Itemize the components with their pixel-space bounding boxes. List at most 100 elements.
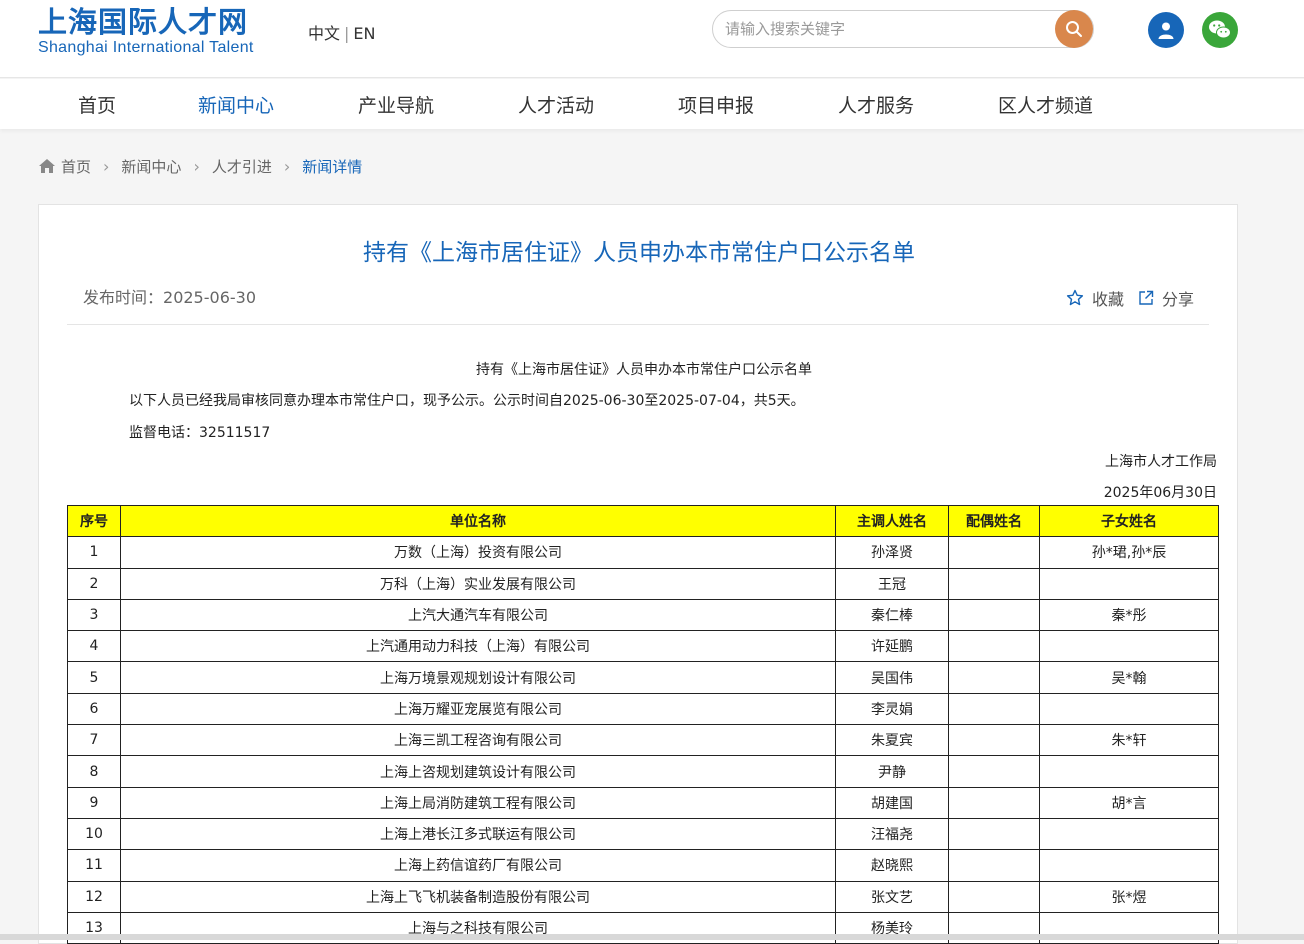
search-input[interactable]: [725, 11, 1055, 47]
horizontal-scrollbar[interactable]: [0, 934, 1304, 940]
cell-spouse: [948, 567, 1040, 600]
breadcrumb-home[interactable]: 首页: [61, 156, 91, 177]
table-row: 1 万数（上海）投资有限公司 孙泽贤 孙*珺,孙*辰: [67, 536, 1219, 569]
table-row: 6 上海万耀亚宠展览有限公司 李灵娟: [67, 692, 1219, 726]
cell-spouse: [948, 630, 1040, 663]
cell-company: 上海上咨规划建筑设计有限公司: [120, 755, 836, 788]
issuing-organization: 上海市人才工作局: [1105, 454, 1217, 470]
article-actions: 收藏 分享: [1052, 286, 1194, 310]
cell-spouse: [948, 724, 1040, 757]
cell-company: 上海万耀亚宠展览有限公司: [120, 692, 836, 726]
chevron-right-icon: ›: [193, 156, 200, 176]
cell-index: 11: [67, 849, 121, 882]
cell-spouse: [948, 880, 1040, 913]
favorite-button[interactable]: 收藏: [1066, 286, 1124, 310]
cell-applicant: 赵晓熙: [835, 849, 949, 882]
table-row: 3 上汽大通汽车有限公司 秦仁棒 秦*彤: [67, 598, 1219, 632]
nav-item-project-apply[interactable]: 项目申报: [678, 91, 754, 118]
cell-company: 上海三凯工程咨询有限公司: [120, 724, 836, 757]
cell-applicant: 胡建国: [835, 786, 949, 819]
cell-index: 4: [67, 630, 121, 663]
cell-applicant: 秦仁棒: [835, 598, 949, 632]
lang-en-link[interactable]: EN: [353, 24, 375, 43]
cell-index: 9: [67, 786, 121, 819]
lang-cn-link[interactable]: 中文: [308, 24, 340, 43]
share-icon: [1139, 290, 1154, 305]
chevron-right-icon: ›: [283, 156, 291, 176]
article-title: 持有《上海市居住证》人员申办本市常住户口公示名单: [363, 240, 915, 266]
share-button[interactable]: 分享: [1138, 286, 1194, 310]
user-icon: [1158, 22, 1174, 39]
nav-item-news[interactable]: 新闻中心: [198, 91, 274, 118]
nav-item-industry[interactable]: 产业导航: [358, 91, 434, 118]
wechat-button[interactable]: [1202, 12, 1238, 48]
cell-spouse: [948, 692, 1040, 726]
logo-cn-text: 上海国际人才网: [38, 5, 249, 39]
table-row: 4 上汽通用动力科技（上海）有限公司 许延鹏: [67, 630, 1219, 663]
cell-company: 万科（上海）实业发展有限公司: [120, 567, 836, 600]
cell-spouse: [948, 755, 1040, 788]
cell-children: [1039, 849, 1219, 882]
cell-index: 6: [67, 692, 121, 726]
publish-date: 2025-06-30: [163, 288, 256, 307]
supervision-phone: 监督电话：32511517: [129, 425, 271, 441]
language-switcher: 中文 | EN: [308, 20, 375, 44]
col-header-applicant: 主调人姓名: [835, 504, 949, 538]
cell-applicant: 朱夏宾: [835, 724, 949, 757]
breadcrumb-news[interactable]: 新闻中心: [121, 156, 181, 177]
user-button[interactable]: [1148, 12, 1184, 48]
cell-children: [1039, 567, 1219, 600]
search-button[interactable]: [1055, 10, 1093, 48]
cell-applicant: 孙泽贤: [835, 536, 949, 569]
site-header: 上海国际人才网 Shanghai International Talent 中文…: [0, 0, 1304, 78]
document-title: 持有《上海市居住证》人员申办本市常住户口公示名单: [476, 362, 812, 378]
chevron-right-icon: ›: [103, 156, 110, 176]
cell-index: 1: [67, 536, 121, 569]
table-row: 10 上海上港长江多式联运有限公司 汪福尧: [67, 817, 1219, 851]
cell-children: [1039, 755, 1219, 788]
cell-company: 上海上药信谊药厂有限公司: [120, 849, 836, 882]
cell-children: 张*煜: [1039, 880, 1219, 913]
table-row: 9 上海上局消防建筑工程有限公司 胡建国 胡*言: [67, 786, 1219, 819]
lang-separator: |: [344, 24, 350, 43]
table-row: 8 上海上咨规划建筑设计有限公司 尹静: [67, 755, 1219, 788]
main-nav: 首页 新闻中心 产业导航 人才活动 项目申报 人才服务 区人才频道: [0, 79, 1304, 129]
cell-applicant: 吴国伟: [835, 661, 949, 694]
cell-children: 朱*轩: [1039, 724, 1219, 757]
nav-item-district-channel[interactable]: 区人才频道: [998, 91, 1093, 118]
search-icon: [1066, 21, 1082, 37]
article-card: 持有《上海市居住证》人员申办本市常住户口公示名单 发布时间：2025-06-30…: [38, 204, 1238, 944]
cell-children: [1039, 692, 1219, 726]
cell-applicant: 尹静: [835, 755, 949, 788]
cell-spouse: [948, 849, 1040, 882]
cell-children: 吴*翰: [1039, 661, 1219, 694]
site-logo[interactable]: 上海国际人才网 Shanghai International Talent: [38, 6, 254, 58]
table-header-row: 序号 单位名称 主调人姓名 配偶姓名 子女姓名: [67, 504, 1219, 538]
cell-company: 上汽大通汽车有限公司: [120, 598, 836, 632]
cell-applicant: 汪福尧: [835, 817, 949, 851]
col-header-company: 单位名称: [120, 504, 836, 538]
cell-children: 孙*珺,孙*辰: [1039, 536, 1219, 569]
cell-index: 10: [67, 817, 121, 851]
cell-children: 胡*言: [1039, 786, 1219, 819]
nav-item-talent-events[interactable]: 人才活动: [518, 91, 594, 118]
cell-spouse: [948, 598, 1040, 632]
cell-company: 万数（上海）投资有限公司: [120, 536, 836, 569]
title-divider: [67, 324, 1209, 325]
cell-company: 上汽通用动力科技（上海）有限公司: [120, 630, 836, 663]
cell-applicant: 许延鹏: [835, 630, 949, 663]
table-row: 11 上海上药信谊药厂有限公司 赵晓熙: [67, 849, 1219, 882]
cell-company: 上海上局消防建筑工程有限公司: [120, 786, 836, 819]
publish-label: 发布时间：: [83, 288, 164, 307]
cell-applicant: 李灵娟: [835, 692, 949, 726]
wechat-icon: [1209, 20, 1231, 39]
table-body: 1 万数（上海）投资有限公司 孙泽贤 孙*珺,孙*辰 2 万科（上海）实业发展有限公司 王冠…: [67, 536, 1219, 944]
nav-item-home[interactable]: 首页: [78, 91, 116, 118]
breadcrumb-current: 新闻详情: [302, 157, 363, 176]
nav-item-talent-services[interactable]: 人才服务: [838, 91, 914, 118]
breadcrumb-talent[interactable]: 人才引进: [212, 156, 272, 177]
document-intro: 以下人员已经我局审核同意办理本市常住户口，现予公示。公示时间自2025-06-3…: [129, 393, 805, 409]
cell-company: 上海上飞飞机装备制造股份有限公司: [120, 880, 836, 913]
cell-children: [1039, 630, 1219, 663]
col-header-index: 序号: [67, 504, 121, 538]
